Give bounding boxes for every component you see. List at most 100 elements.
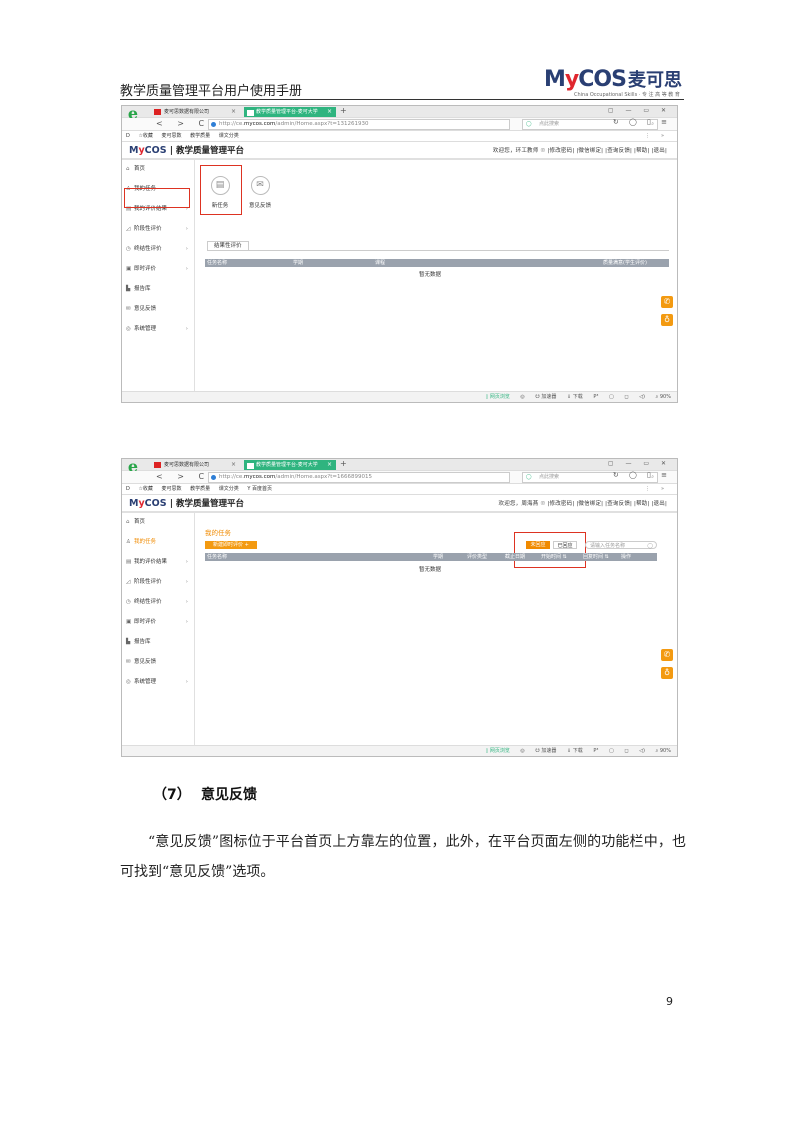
browser-navbar: < > C ⌂ http://ce.mycos.com/admin/Home.a…: [122, 118, 677, 131]
sidebar-item-stage-eval[interactable]: ◿ 阶段性评价 ›: [122, 220, 194, 240]
more-icon[interactable]: ⋮: [645, 484, 650, 494]
browser-statusbar: ▯ 网页浏览 ◎ ☋ 加速器 ⇓ 下载 P³ ▢ ◻ ◁) ⌕ 90%: [122, 391, 677, 402]
sidebar-item-home[interactable]: ⌂ 首页: [122, 160, 194, 180]
bookmarks-bar: D ☆收藏 麦可思数 教学质量 课文分类 ⋮ »: [122, 131, 677, 142]
section-heading: （7） 意见反馈: [153, 787, 257, 803]
app-header: MyCOS | 教学质量管理平台 欢迎您，环工教师 ☉ |修改密码| |微信绑定…: [122, 142, 677, 160]
list-icon: ▤: [126, 559, 132, 565]
sidebar-item-instant-eval[interactable]: ▣ 即时评价 ›: [122, 613, 194, 633]
bookmark-item[interactable]: ☆收藏: [138, 133, 152, 139]
sidebar-item-reports[interactable]: ▙ 报告库: [122, 280, 194, 300]
new-instant-eval-button[interactable]: 新建即时评价 +: [205, 541, 257, 549]
chevron-right-icon: ›: [185, 266, 188, 272]
zoom-level: ⌕ 90%: [655, 394, 671, 400]
app-body: ⌂ 首页 ♙ 我的任务 ▤ 我的评价结果 › ◿ 阶段性评价 › ◷ 终结性评价 › ▣ 即时评价…: [122, 513, 677, 753]
user-links[interactable]: 欢迎您，环工教师 ☉ |修改密码| |微信绑定| |查询反馈| |帮助| |退出…: [493, 146, 667, 154]
bookmark-item[interactable]: 教学质量: [190, 486, 210, 492]
browser-tab-mycos[interactable]: 麦可思数据有限公司 ×: [152, 107, 240, 117]
content-area: ▤ 新任务 ✉ 意见反馈 结果性评价 任务名称 学期 课程 质量满意(学生评价)…: [195, 160, 677, 400]
header-divider: [120, 99, 684, 100]
document-icon: ▣: [126, 266, 132, 272]
phone-icon[interactable]: ✆: [661, 649, 673, 661]
bookmarks-bar: D ☆收藏 麦可思数 教学质量 课文分类 Y 百度首页 ⋮ »: [122, 484, 677, 495]
sidebar-item-home[interactable]: ⌂ 首页: [122, 513, 194, 533]
chevron-right-icon: ›: [185, 559, 188, 565]
browser-navbar: < > C ⌂ http://ce.mycos.com/admin/Home.a…: [122, 471, 677, 484]
mail-icon: ✉: [126, 659, 131, 665]
bookmark-item[interactable]: Y 百度首页: [247, 486, 272, 492]
browser-tab-mycos[interactable]: 麦可思数据有限公司 ×: [152, 460, 240, 470]
new-tab-icon[interactable]: +: [340, 106, 347, 115]
bookmark-item[interactable]: 麦可思数: [162, 133, 182, 139]
document-icon: ▣: [126, 619, 132, 625]
clock-icon: ◷: [126, 246, 131, 252]
home-icon: ⌂: [126, 519, 130, 525]
bar-chart-icon: ▙: [126, 286, 131, 292]
close-tab-icon[interactable]: ×: [231, 460, 236, 470]
bookmark-item[interactable]: ☆收藏: [138, 486, 152, 492]
highlight-new-task: [200, 165, 242, 215]
sidebar-item-final-eval[interactable]: ◷ 终结性评价 ›: [122, 593, 194, 613]
sidebar-item-system[interactable]: ◎ 系统管理 ›: [122, 320, 194, 340]
sidebar-item-stage-eval[interactable]: ◿ 阶段性评价 ›: [122, 573, 194, 593]
close-tab-icon[interactable]: ×: [327, 107, 332, 117]
close-tab-icon[interactable]: ×: [327, 460, 332, 470]
bookmark-item[interactable]: 麦可思数: [162, 486, 182, 492]
app-header: MyCOS | 教学质量管理平台 欢迎您，周海燕 ☉ |修改密码| |微信绑定|…: [122, 495, 677, 513]
chat-icon[interactable]: ♁: [661, 314, 673, 326]
close-tab-icon[interactable]: ×: [231, 107, 236, 117]
sidebar-item-final-eval[interactable]: ◷ 终结性评价 ›: [122, 240, 194, 260]
browser-tools[interactable]: ↻ ◯ ▯ ≡: [613, 118, 671, 126]
content-area: 我的任务 新建即时评价 + 未回应 已回应 请输入任务名称 ◯ 任务名称 学期 评…: [195, 513, 677, 753]
search-icon: ◯: [647, 543, 653, 549]
chat-icon[interactable]: ♁: [661, 667, 673, 679]
bar-chart-icon: ▙: [126, 639, 131, 645]
task-search-input[interactable]: 请输入任务名称 ◯: [585, 541, 657, 549]
chevron-right-icon: ›: [185, 579, 188, 585]
bookmark-item[interactable]: 课文分类: [219, 486, 239, 492]
sidebar-item-reports[interactable]: ▙ 报告库: [122, 633, 194, 653]
new-tab-icon[interactable]: +: [340, 459, 347, 468]
task-table-header: 任务名称 学期 课程 质量满意(学生评价): [205, 259, 669, 267]
sidebar-item-my-results[interactable]: ▤ 我的评价结果 ›: [122, 553, 194, 573]
page-title: 我的任务: [205, 529, 231, 537]
no-data-text: 暂无数据: [419, 272, 442, 278]
chevron-right-icon: ›: [185, 599, 188, 605]
chevron-right-icon: ›: [185, 326, 188, 332]
sidebar-item-feedback[interactable]: ✉ 意见反馈: [122, 653, 194, 673]
screenshot-home: e 麦可思数据有限公司 × 教学质量管理平台-麦可大学 × + ▢ — ▭ ✕ < …: [121, 105, 678, 403]
feedback-tile[interactable]: ✉ 意见反馈: [247, 176, 273, 209]
expand-icon[interactable]: »: [661, 484, 664, 494]
user-icon: ♙: [126, 539, 131, 545]
browser-tab-platform[interactable]: 教学质量管理平台-麦可大学 ×: [244, 460, 336, 470]
chart-icon: ◿: [126, 226, 131, 232]
browser-tabbar: e 麦可思数据有限公司 × 教学质量管理平台-麦可大学 × + ▢ — ▭ ✕: [122, 106, 677, 122]
browser-tabbar: e 麦可思数据有限公司 × 教学质量管理平台-麦可大学 × + ▢ — ▭ ✕: [122, 459, 677, 475]
mail-icon: ✉: [250, 176, 270, 195]
browser-tab-platform[interactable]: 教学质量管理平台-麦可大学 ×: [244, 107, 336, 117]
window-controls[interactable]: ▢ — ▭ ✕: [608, 460, 671, 467]
bookmark-item[interactable]: 课文分类: [219, 133, 239, 139]
sidebar-item-instant-eval[interactable]: ▣ 即时评价 ›: [122, 260, 194, 280]
sidebar-item-system[interactable]: ◎ 系统管理 ›: [122, 673, 194, 693]
app-brand: MyCOS | 教学质量管理平台: [129, 145, 244, 156]
chevron-right-icon: ›: [185, 619, 188, 625]
phone-icon[interactable]: ✆: [661, 296, 673, 308]
mail-icon: ✉: [126, 306, 131, 312]
more-icon[interactable]: ⋮: [645, 131, 650, 141]
bookmark-item[interactable]: D: [126, 133, 130, 139]
sidebar-item-feedback[interactable]: ✉ 意见反馈: [122, 300, 194, 320]
address-bar[interactable]: http://ce.mycos.com/admin/Home.aspx?t=16…: [208, 472, 510, 483]
window-controls[interactable]: ▢ — ▭ ✕: [608, 107, 671, 114]
mycos-logo: MyCOS 麦可思 China Occupational Skills · 专 注…: [544, 67, 682, 98]
page-number: 9: [666, 995, 673, 1008]
chart-icon: ◿: [126, 579, 131, 585]
address-bar[interactable]: http://ce.mycos.com/admin/Home.aspx?t=13…: [208, 119, 510, 130]
zoom-level: ⌕ 90%: [655, 748, 671, 754]
bookmark-item[interactable]: D: [126, 486, 130, 492]
user-links[interactable]: 欢迎您，周海燕 ☉ |修改密码| |微信绑定| |查询反馈| |帮助| |退出|: [499, 499, 667, 507]
bookmark-item[interactable]: 教学质量: [190, 133, 210, 139]
expand-icon[interactable]: »: [661, 131, 664, 141]
browser-tools[interactable]: ↻ ◯ ▯ ≡: [613, 471, 671, 479]
sidebar-item-my-tasks[interactable]: ♙ 我的任务: [122, 533, 194, 553]
